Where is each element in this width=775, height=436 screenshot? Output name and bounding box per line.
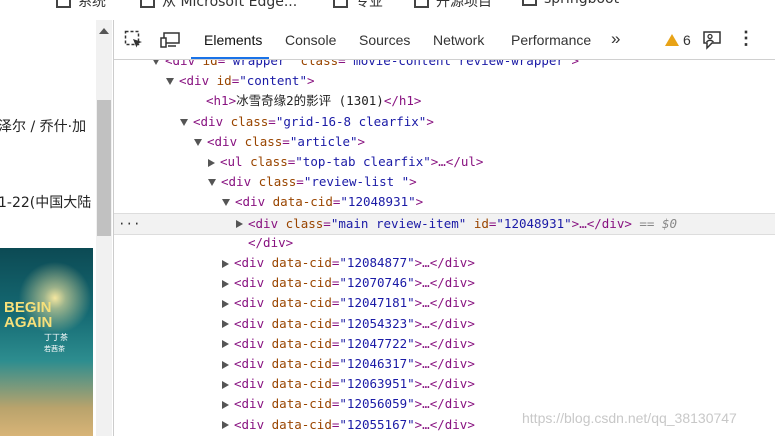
bookmark-label: 从 Microsoft Edge... — [162, 0, 298, 10]
poster-credit: 丁丁茶 — [44, 333, 68, 342]
collapse-triangle-icon[interactable] — [222, 279, 229, 288]
bookmark-label: springboot — [544, 0, 619, 7]
expand-triangle-icon[interactable] — [166, 78, 174, 86]
bookmark-label: 专业 — [355, 0, 383, 10]
dom-node[interactable]: <div data-cid="12047181">…</div> — [114, 293, 775, 313]
movie-poster[interactable]: BEGIN AGAIN 丁丁茶 若茜茶 — [0, 248, 93, 436]
device-toolbar-icon[interactable] — [160, 30, 180, 50]
warnings-count: 6 — [683, 32, 691, 48]
bookmark-label: 开源项目 — [436, 0, 492, 10]
more-options-icon[interactable]: ⋮ — [737, 28, 755, 49]
bookmarks-bar: 汇总 系统 从 Microsoft Edge... 专业 开源项目 spring… — [0, 0, 775, 20]
dom-node[interactable]: <div data-cid="12054323">…</div> — [114, 314, 775, 334]
collapse-triangle-icon[interactable] — [208, 158, 215, 167]
dom-node-selected[interactable]: ··· <div class="main review-item" id="120… — [114, 212, 775, 235]
devtools-toolbar: Elements Console Sources Network Perform… — [114, 20, 775, 60]
page-scrollbar[interactable] — [96, 20, 112, 436]
dom-node[interactable]: <ul class="top-tab clearfix">…</ul> — [114, 152, 775, 172]
collapse-triangle-icon[interactable] — [222, 400, 229, 409]
cast-text: 泽尔 / 乔什·加 — [0, 119, 87, 135]
more-tabs-icon[interactable]: » — [611, 29, 620, 49]
dom-node[interactable]: <div data-cid="12046317">…</div> — [114, 354, 775, 374]
dom-node[interactable]: <div data-cid="12048931"> — [114, 192, 775, 212]
bookmark-label: 系统 — [78, 0, 106, 10]
feedback-icon[interactable] — [702, 30, 722, 50]
collapse-triangle-icon[interactable] — [222, 421, 229, 430]
dom-node[interactable]: <div id="content"> — [114, 71, 775, 91]
collapse-triangle-icon[interactable] — [222, 299, 229, 308]
tab-network[interactable]: Network — [433, 32, 484, 48]
dom-tree: <div id="wrapper" class="movie-content r… — [114, 60, 775, 436]
expand-triangle-icon[interactable] — [222, 199, 230, 207]
collapse-triangle-icon[interactable] — [222, 340, 229, 349]
release-date-text: 1-22(中国大陆 — [0, 195, 92, 211]
tab-elements[interactable]: Elements — [204, 32, 262, 48]
dom-node[interactable]: <div class="article"> — [114, 132, 775, 152]
devtools-panel: Elements Console Sources Network Perform… — [113, 20, 775, 436]
warning-icon — [665, 34, 679, 46]
dom-node[interactable]: <div data-cid="12063951">…</div> — [114, 374, 775, 394]
tab-console[interactable]: Console — [285, 32, 336, 48]
collapse-triangle-icon[interactable] — [236, 220, 243, 229]
expand-triangle-icon[interactable] — [208, 179, 216, 187]
folder-icon — [333, 0, 348, 8]
folder-icon — [56, 0, 71, 8]
scrollbar-thumb[interactable] — [97, 100, 111, 236]
expand-triangle-icon[interactable] — [180, 118, 188, 126]
expand-triangle-icon[interactable] — [152, 60, 160, 65]
folder-icon — [522, 0, 537, 6]
bookmark-folder-pro[interactable]: 专业 — [333, 0, 383, 11]
inspect-element-icon[interactable] — [124, 30, 144, 50]
dom-node[interactable]: <div data-cid="12047722">…</div> — [114, 334, 775, 354]
expand-triangle-icon[interactable] — [194, 138, 202, 146]
dom-node[interactable]: <div class="grid-16-8 clearfix"> — [114, 112, 775, 132]
tab-performance[interactable]: Performance — [511, 32, 591, 48]
node-actions-icon[interactable]: ··· — [118, 214, 141, 234]
tab-sources[interactable]: Sources — [359, 32, 410, 48]
folder-icon — [140, 0, 155, 8]
collapse-triangle-icon[interactable] — [222, 360, 229, 369]
dom-node[interactable]: <div class="review-list "> — [114, 172, 775, 192]
collapse-triangle-icon[interactable] — [222, 259, 229, 268]
bookmark-folder-system[interactable]: 系统 — [56, 0, 106, 11]
dom-node[interactable]: <h1>冰雪奇缘2的影评 (1301)</h1> — [114, 91, 775, 111]
bookmark-folder-edge[interactable]: 从 Microsoft Edge... — [140, 0, 297, 11]
warnings-counter[interactable]: 6 — [665, 32, 691, 48]
bookmark-folder-springboot[interactable]: springboot — [522, 0, 619, 7]
active-tab-indicator — [191, 57, 269, 59]
poster-title: BEGIN AGAIN — [4, 299, 53, 331]
collapse-triangle-icon[interactable] — [222, 380, 229, 389]
collapse-triangle-icon[interactable] — [222, 320, 229, 329]
poster-credit: 若茜茶 — [44, 345, 65, 353]
scroll-up-icon[interactable] — [99, 28, 109, 34]
watermark: https://blog.csdn.net/qq_38130747 — [522, 410, 737, 426]
web-page-viewport: 泽尔 / 乔什·加 1-22(中国大陆 BEGIN AGAIN 丁丁茶 若茜茶 — [0, 20, 96, 436]
folder-icon — [414, 0, 429, 8]
dom-node[interactable]: <div id="wrapper" class="movie-content r… — [114, 60, 775, 71]
bookmark-folder-opensource[interactable]: 开源项目 — [414, 0, 492, 11]
dom-node[interactable]: <div data-cid="12070746">…</div> — [114, 273, 775, 293]
dom-node[interactable]: <div data-cid="12084877">…</div> — [114, 253, 775, 273]
dom-node[interactable]: </div> — [114, 233, 775, 253]
